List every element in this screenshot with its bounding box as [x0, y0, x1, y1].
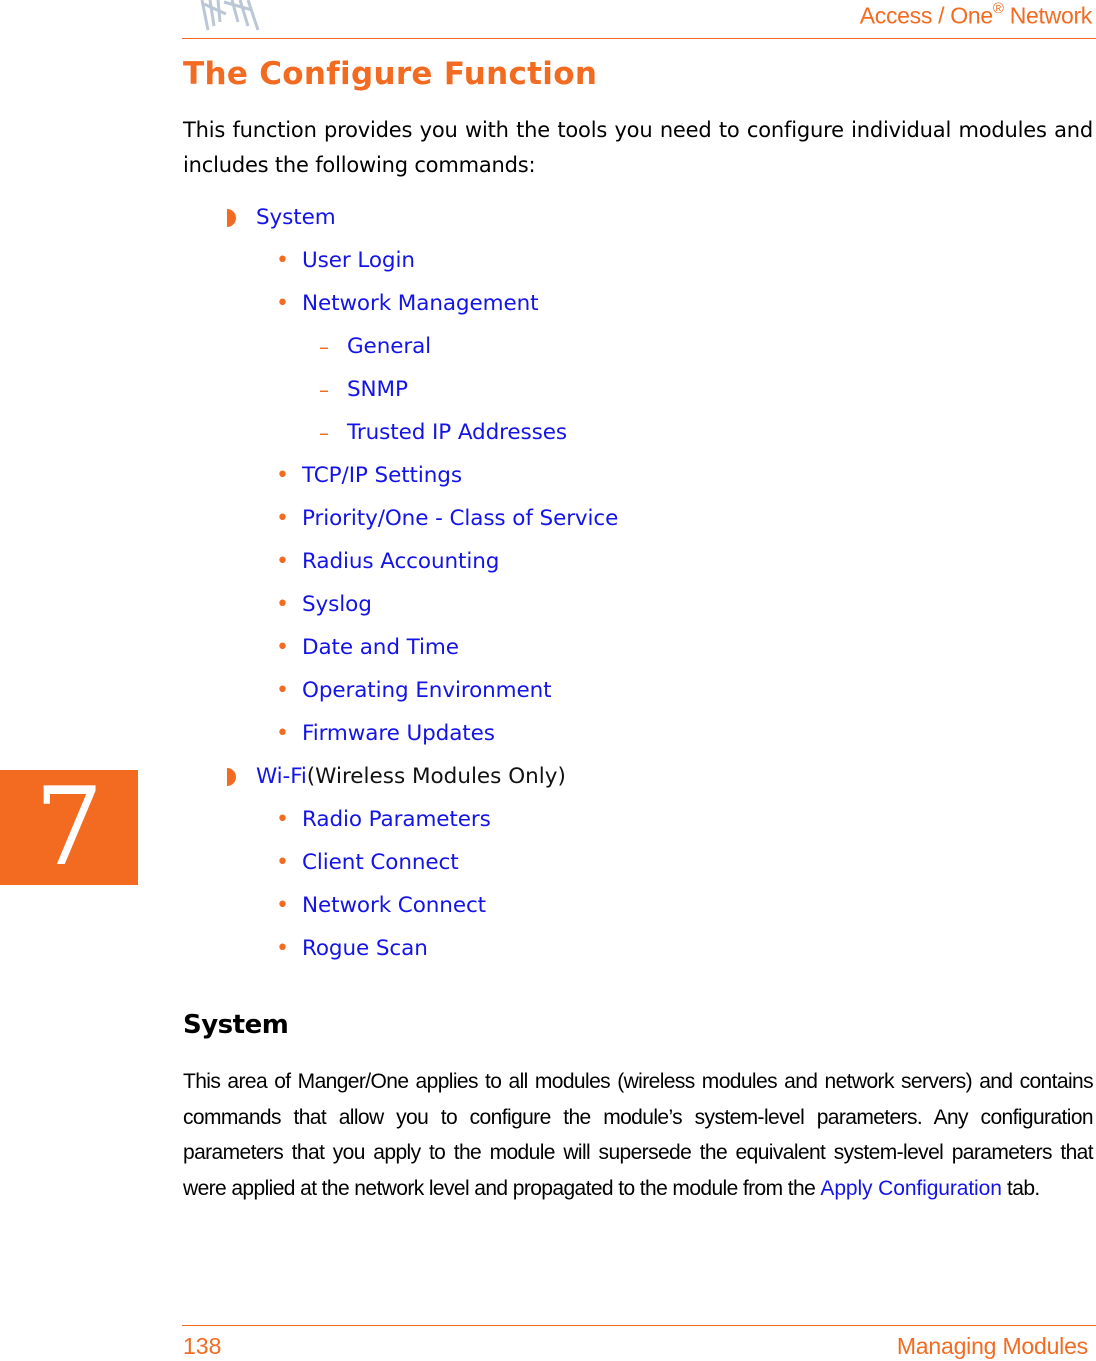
command-list-item: • User Login: [183, 239, 618, 282]
command-note: (Wireless Modules Only): [306, 764, 566, 789]
command-link[interactable]: Wi-Fi: [256, 764, 307, 789]
command-link[interactable]: Client Connect: [302, 850, 459, 875]
command-list-item: • Priority/One - Class of Service: [183, 497, 618, 540]
command-list-item: • Radio Parameters: [183, 798, 618, 841]
bullet-dot-icon: •: [276, 291, 289, 316]
command-list-item: System: [183, 196, 618, 239]
command-list: System • User Login • Network Management – Gen…: [183, 196, 618, 970]
command-list-item: – Trusted IP Addresses: [183, 411, 618, 454]
page-title: The Configure Function: [183, 56, 598, 92]
bullet-dot-icon: •: [276, 463, 289, 488]
bullet-dot-icon: •: [276, 850, 289, 875]
command-list-item: Wi-Fi (Wireless Modules Only): [183, 755, 618, 798]
bullet-dot-icon: •: [276, 549, 289, 574]
half-circle-shape: [227, 208, 236, 227]
registered-mark: ®: [992, 0, 1004, 17]
half-circle-shape: [227, 767, 236, 786]
apply-configuration-link[interactable]: Apply Configuration: [820, 1177, 1001, 1200]
command-list-item: • Operating Environment: [183, 669, 618, 712]
command-link[interactable]: User Login: [302, 248, 415, 273]
command-link[interactable]: Syslog: [302, 592, 372, 617]
command-list-item: • Network Management: [183, 282, 618, 325]
command-link[interactable]: Date and Time: [302, 635, 459, 660]
bullet-dot-icon: •: [276, 678, 289, 703]
bullet-dot-icon: •: [276, 506, 289, 531]
section-paragraph: This area of Manger/One applies to all m…: [183, 1064, 1094, 1206]
half-circle-bullet-icon: [227, 767, 239, 786]
bullet-dot-icon: •: [276, 807, 289, 832]
command-link[interactable]: Rogue Scan: [302, 936, 428, 961]
bullet-dot-icon: •: [276, 721, 289, 746]
command-list-item: • Radius Accounting: [183, 540, 618, 583]
command-link[interactable]: Firmware Updates: [302, 721, 495, 746]
command-list-item: • Syslog: [183, 583, 618, 626]
command-link[interactable]: TCP/IP Settings: [302, 463, 462, 488]
dash-bullet-icon: –: [319, 420, 329, 445]
header-divider: [182, 38, 1096, 39]
half-circle-bullet-icon: [227, 208, 239, 227]
command-link[interactable]: Network Management: [302, 291, 539, 316]
chapter-name: Managing Modules: [896, 1333, 1088, 1359]
bullet-dot-icon: •: [276, 635, 289, 660]
section-heading: System: [183, 1010, 289, 1040]
page-number: 138: [183, 1333, 222, 1359]
command-list-item: – General: [183, 325, 618, 368]
command-list-item: • TCP/IP Settings: [183, 454, 618, 497]
command-link[interactable]: Operating Environment: [302, 678, 552, 703]
command-list-item: • Network Connect: [183, 884, 618, 927]
bullet-dot-icon: •: [276, 248, 289, 273]
document-title-main: Access / One: [859, 2, 993, 29]
command-list-item: • Firmware Updates: [183, 712, 618, 755]
dash-bullet-icon: –: [319, 334, 329, 359]
section-text-after-link: tab.: [1001, 1176, 1040, 1200]
command-link[interactable]: SNMP: [347, 377, 408, 402]
command-link[interactable]: General: [347, 334, 431, 359]
command-link[interactable]: System: [256, 205, 336, 230]
intro-paragraph: This function provides you with the tool…: [183, 118, 1093, 177]
document-title-suffix: Network: [1003, 2, 1093, 29]
footer-divider: [182, 1325, 1096, 1326]
command-list-item: • Date and Time: [183, 626, 618, 669]
command-link[interactable]: Trusted IP Addresses: [347, 420, 567, 445]
bullet-dot-icon: •: [276, 893, 289, 918]
dash-bullet-icon: –: [319, 377, 329, 402]
command-link[interactable]: Radius Accounting: [302, 549, 499, 574]
command-link[interactable]: Priority/One - Class of Service: [302, 506, 618, 531]
bullet-dot-icon: •: [276, 592, 289, 617]
chapter-number-tab: 7: [0, 770, 138, 885]
command-list-item: • Rogue Scan: [183, 927, 618, 970]
document-title: Access / One® Network: [859, 0, 1093, 30]
wing-fan-logo-icon: [198, 0, 262, 32]
bullet-dot-icon: •: [276, 936, 289, 961]
command-link[interactable]: Radio Parameters: [302, 807, 491, 832]
command-link[interactable]: Network Connect: [302, 893, 486, 918]
command-list-item: • Client Connect: [183, 841, 618, 884]
command-list-item: – SNMP: [183, 368, 618, 411]
